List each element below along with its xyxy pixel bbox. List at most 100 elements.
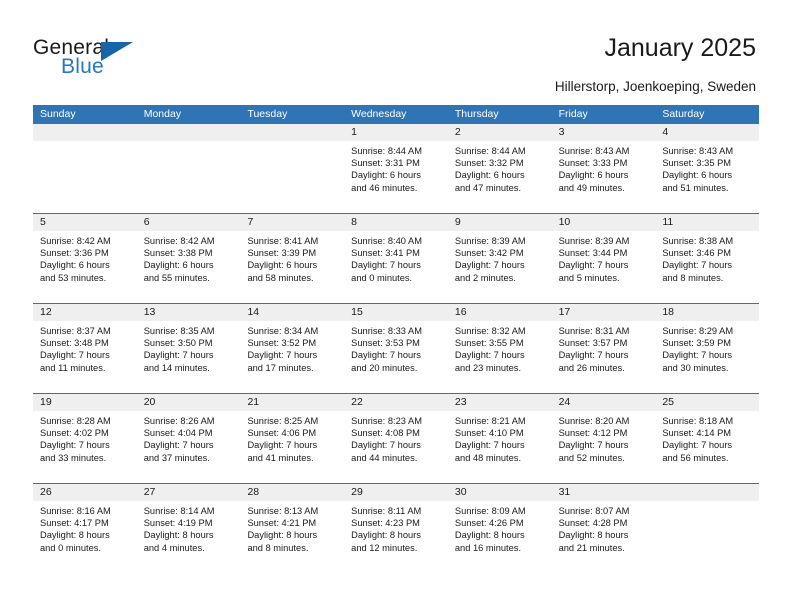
daylight-text-line1: Daylight: 7 hours bbox=[40, 350, 110, 361]
sunrise-text: Sunrise: 8:31 AM bbox=[558, 326, 630, 336]
day-cell[interactable]: 25 Sunrise: 8:18 AM Sunset: 4:14 PM Dayligh… bbox=[655, 394, 760, 483]
daylight-text-line1: Daylight: 6 hours bbox=[454, 170, 525, 181]
weekday-header-thursday: Thursday bbox=[454, 108, 499, 120]
day-cell[interactable]: 4 Sunrise: 8:43 AM Sunset: 3:35 PM Daylight… bbox=[655, 124, 760, 213]
day-number: 14 bbox=[240, 304, 345, 321]
day-number: 8 bbox=[344, 214, 448, 231]
day-cell[interactable]: 26 Sunrise: 8:16 AM Sunset: 4:17 PM Dayligh… bbox=[33, 484, 137, 573]
day-number: 29 bbox=[344, 484, 448, 501]
day-sun-info: Sunrise: 8:34 AM Sunset: 3:52 PM Daylight:… bbox=[240, 321, 344, 374]
sunset-text: Sunset: 3:35 PM bbox=[662, 158, 732, 169]
day-cell[interactable]: 12 Sunrise: 8:37 AM Sunset: 3:48 PM Dayligh… bbox=[33, 304, 137, 393]
sunset-text: Sunset: 4:14 PM bbox=[662, 428, 732, 439]
day-cell[interactable]: 6 Sunrise: 8:42 AM Sunset: 3:38 PM Daylight… bbox=[136, 214, 241, 303]
week-inner: 19 Sunrise: 8:28 AM Sunset: 4:02 PM Dayligh… bbox=[33, 394, 760, 483]
day-cell[interactable]: 31 Sunrise: 8:07 AM Sunset: 4:28 PM Dayligh… bbox=[551, 484, 656, 573]
sunrise-text: Sunrise: 8:20 AM bbox=[558, 416, 630, 426]
day-sun-info: Sunrise: 8:40 AM Sunset: 3:41 PM Daylight:… bbox=[344, 231, 448, 284]
sunrise-text: Sunrise: 8:42 AM bbox=[143, 236, 215, 246]
day-cell[interactable]: 28 Sunrise: 8:13 AM Sunset: 4:21 PM Dayligh… bbox=[240, 484, 345, 573]
day-cell-empty bbox=[240, 124, 345, 213]
daylight-text-line2: and 14 minutes. bbox=[143, 362, 210, 373]
daylight-text-line2: and 11 minutes. bbox=[40, 362, 106, 373]
daylight-text-line1: Daylight: 7 hours bbox=[662, 350, 733, 361]
day-number: 3 bbox=[551, 124, 656, 141]
day-sun-info: Sunrise: 8:44 AM Sunset: 3:32 PM Daylight:… bbox=[448, 141, 552, 194]
day-cell[interactable]: 7 Sunrise: 8:41 AM Sunset: 3:39 PM Daylight… bbox=[240, 214, 345, 303]
daylight-text-line1: Daylight: 7 hours bbox=[558, 350, 629, 361]
daylight-text-line2: and 21 minutes. bbox=[558, 542, 625, 553]
logo-text-blue: Blue bbox=[61, 55, 104, 78]
sunrise-text: Sunrise: 8:25 AM bbox=[247, 416, 319, 426]
daylight-text-line1: Daylight: 8 hours bbox=[454, 530, 525, 541]
day-sun-info: Sunrise: 8:43 AM Sunset: 3:33 PM Daylight:… bbox=[552, 141, 656, 194]
day-cell[interactable]: 1 Sunrise: 8:44 AM Sunset: 3:31 PM Daylight… bbox=[344, 124, 448, 213]
day-sun-info: Sunrise: 8:07 AM Sunset: 4:28 PM Daylight:… bbox=[552, 501, 656, 554]
day-number: 15 bbox=[344, 304, 448, 321]
day-cell[interactable]: 10 Sunrise: 8:39 AM Sunset: 3:44 PM Dayligh… bbox=[551, 214, 656, 303]
day-sun-info: Sunrise: 8:37 AM Sunset: 3:48 PM Daylight:… bbox=[33, 321, 137, 374]
day-sun-info: Sunrise: 8:28 AM Sunset: 4:02 PM Daylight:… bbox=[33, 411, 137, 464]
daylight-text-line2: and 16 minutes. bbox=[454, 542, 522, 553]
daylight-text-line2: and 26 minutes. bbox=[558, 362, 625, 373]
sunrise-text: Sunrise: 8:07 AM bbox=[558, 506, 630, 516]
day-sun-info: Sunrise: 8:11 AM Sunset: 4:23 PM Daylight:… bbox=[344, 501, 448, 554]
day-cell[interactable]: 21 Sunrise: 8:25 AM Sunset: 4:06 PM Dayligh… bbox=[240, 394, 345, 483]
day-cell[interactable]: 11 Sunrise: 8:38 AM Sunset: 3:46 PM Dayligh… bbox=[655, 214, 760, 303]
sunrise-text: Sunrise: 8:39 AM bbox=[454, 236, 526, 246]
sunset-text: Sunset: 3:39 PM bbox=[247, 248, 317, 259]
sunset-text: Sunset: 3:41 PM bbox=[351, 248, 420, 259]
sunset-text: Sunset: 3:31 PM bbox=[351, 158, 420, 169]
daylight-text-line2: and 37 minutes. bbox=[143, 452, 210, 463]
daylight-text-line1: Daylight: 6 hours bbox=[247, 260, 318, 271]
sunrise-text: Sunrise: 8:16 AM bbox=[40, 506, 111, 516]
day-cell[interactable]: 5 Sunrise: 8:42 AM Sunset: 3:36 PM Daylight… bbox=[33, 214, 137, 303]
page-header: General Blue January 2025 Hillerstorp, J… bbox=[0, 0, 792, 100]
day-sun-info: Sunrise: 8:43 AM Sunset: 3:35 PM Daylight:… bbox=[655, 141, 759, 194]
day-cell[interactable]: 15 Sunrise: 8:33 AM Sunset: 3:53 PM Dayligh… bbox=[344, 304, 448, 393]
day-cell-empty bbox=[33, 124, 137, 213]
sunset-text: Sunset: 4:06 PM bbox=[247, 428, 317, 439]
day-sun-info: Sunrise: 8:16 AM Sunset: 4:17 PM Daylight:… bbox=[33, 501, 137, 554]
daylight-text-line2: and 46 minutes. bbox=[351, 182, 418, 193]
week-inner: 26 Sunrise: 8:16 AM Sunset: 4:17 PM Dayligh… bbox=[33, 484, 760, 573]
day-cell[interactable]: 19 Sunrise: 8:28 AM Sunset: 4:02 PM Dayligh… bbox=[33, 394, 137, 483]
day-cell[interactable]: 2 Sunrise: 8:44 AM Sunset: 3:32 PM Daylight… bbox=[447, 124, 552, 213]
day-cell[interactable]: 22 Sunrise: 8:23 AM Sunset: 4:08 PM Dayligh… bbox=[344, 394, 448, 483]
weekday-header-saturday: Saturday bbox=[662, 108, 705, 120]
day-cell[interactable]: 18 Sunrise: 8:29 AM Sunset: 3:59 PM Dayligh… bbox=[655, 304, 760, 393]
day-cell[interactable]: 8 Sunrise: 8:40 AM Sunset: 3:41 PM Daylight… bbox=[344, 214, 448, 303]
day-cell[interactable]: 24 Sunrise: 8:20 AM Sunset: 4:12 PM Dayligh… bbox=[551, 394, 656, 483]
day-cell[interactable]: 14 Sunrise: 8:34 AM Sunset: 3:52 PM Dayligh… bbox=[240, 304, 345, 393]
day-number bbox=[33, 124, 137, 141]
day-sun-info: Sunrise: 8:20 AM Sunset: 4:12 PM Daylight:… bbox=[552, 411, 656, 464]
daylight-text-line1: Daylight: 6 hours bbox=[558, 170, 629, 181]
week-inner: 5 Sunrise: 8:42 AM Sunset: 3:36 PM Daylight… bbox=[33, 214, 760, 303]
day-number: 13 bbox=[136, 304, 241, 321]
sunset-text: Sunset: 3:32 PM bbox=[454, 158, 524, 169]
sunset-text: Sunset: 4:12 PM bbox=[558, 428, 628, 439]
day-sun-info: Sunrise: 8:21 AM Sunset: 4:10 PM Daylight:… bbox=[448, 411, 552, 464]
day-cell[interactable]: 23 Sunrise: 8:21 AM Sunset: 4:10 PM Dayligh… bbox=[447, 394, 552, 483]
day-sun-info: Sunrise: 8:44 AM Sunset: 3:31 PM Daylight:… bbox=[344, 141, 448, 194]
day-number: 18 bbox=[655, 304, 760, 321]
day-sun-info: Sunrise: 8:33 AM Sunset: 3:53 PM Daylight:… bbox=[344, 321, 448, 374]
day-cell[interactable]: 3 Sunrise: 8:43 AM Sunset: 3:33 PM Daylight… bbox=[551, 124, 656, 213]
day-cell[interactable]: 30 Sunrise: 8:09 AM Sunset: 4:26 PM Dayligh… bbox=[447, 484, 552, 573]
day-number: 5 bbox=[33, 214, 137, 231]
day-number bbox=[655, 484, 760, 501]
sunrise-text: Sunrise: 8:18 AM bbox=[662, 416, 734, 426]
sunrise-text: Sunrise: 8:42 AM bbox=[40, 236, 111, 246]
daylight-text-line1: Daylight: 7 hours bbox=[143, 440, 214, 451]
day-cell[interactable]: 16 Sunrise: 8:32 AM Sunset: 3:55 PM Dayligh… bbox=[447, 304, 552, 393]
day-cell[interactable]: 20 Sunrise: 8:26 AM Sunset: 4:04 PM Dayligh… bbox=[136, 394, 241, 483]
day-cell[interactable]: 9 Sunrise: 8:39 AM Sunset: 3:42 PM Daylight… bbox=[447, 214, 552, 303]
day-cell[interactable]: 17 Sunrise: 8:31 AM Sunset: 3:57 PM Dayligh… bbox=[551, 304, 656, 393]
day-cell[interactable]: 13 Sunrise: 8:35 AM Sunset: 3:50 PM Dayligh… bbox=[136, 304, 241, 393]
sunset-text: Sunset: 3:38 PM bbox=[143, 248, 213, 259]
sunset-text: Sunset: 3:55 PM bbox=[454, 338, 524, 349]
sunset-text: Sunset: 3:46 PM bbox=[662, 248, 732, 259]
day-cell[interactable]: 29 Sunrise: 8:11 AM Sunset: 4:23 PM Dayligh… bbox=[344, 484, 448, 573]
day-cell[interactable]: 27 Sunrise: 8:14 AM Sunset: 4:19 PM Dayligh… bbox=[136, 484, 241, 573]
daylight-text-line1: Daylight: 7 hours bbox=[143, 350, 214, 361]
